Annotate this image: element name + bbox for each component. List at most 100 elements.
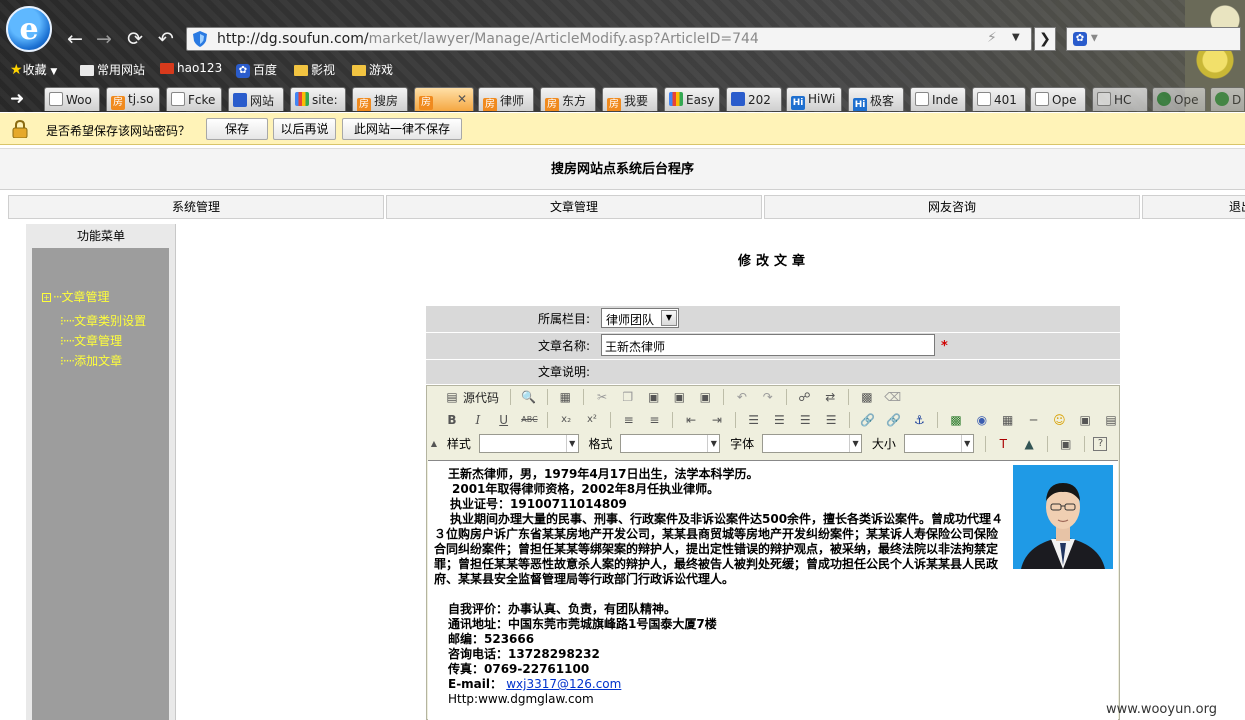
flash-icon[interactable]: ◉ (973, 411, 991, 429)
bulleted-list-icon[interactable]: ≡ (645, 411, 663, 429)
subscript-icon[interactable]: x₂ (557, 411, 575, 429)
collapse-toolbar-icon[interactable]: ▲ (429, 435, 439, 453)
tab-easy[interactable]: Easy (664, 87, 720, 111)
bold-icon[interactable]: B (443, 411, 461, 429)
sidebar-item-add-article[interactable]: ⁝····添加文章 (60, 352, 122, 369)
bookmark-baidu[interactable]: ✿ 百度 (236, 61, 277, 78)
align-left-icon[interactable]: ☰ (745, 411, 763, 429)
paste-word-icon[interactable]: ▣ (696, 388, 714, 406)
tab-tjso[interactable]: 房 tj.so (106, 87, 160, 111)
templates-icon[interactable]: ▦ (556, 388, 574, 406)
tab-d[interactable]: D (1210, 87, 1245, 111)
nav-logout[interactable]: 退出 (1142, 195, 1245, 219)
tab-ope[interactable]: Ope (1030, 87, 1086, 111)
tab-opera[interactable]: Ope (1152, 87, 1206, 111)
image-icon[interactable]: ▩ (947, 411, 965, 429)
sidebar-item-category-settings[interactable]: ⁝····文章类别设置 (60, 312, 146, 329)
tab-geek[interactable]: Hi 极客 (848, 87, 904, 111)
align-center-icon[interactable]: ☰ (770, 411, 788, 429)
paste-icon[interactable]: ▣ (645, 388, 663, 406)
never-save-button[interactable]: 此网站一律不保存 (342, 118, 462, 140)
refresh-icon[interactable]: ⟳ (124, 28, 146, 50)
email-link[interactable]: wxj3317@126.com (506, 677, 621, 691)
tab-site[interactable]: site: (290, 87, 346, 111)
bookmark-hao123[interactable]: hao123 (160, 61, 222, 75)
table-icon[interactable]: ▦ (999, 411, 1017, 429)
tab-fcke[interactable]: Fcke (166, 87, 222, 111)
underline-icon[interactable]: U (495, 411, 513, 429)
style-combo[interactable]: ▼ (478, 434, 579, 453)
tab-website[interactable]: 网站 (228, 87, 284, 111)
help-icon[interactable]: ? (1093, 436, 1108, 451)
font-combo[interactable]: ▼ (762, 434, 863, 453)
tab-401[interactable]: 401 (972, 87, 1026, 111)
page-break-icon[interactable]: ▤ (1102, 411, 1120, 429)
undo-icon[interactable]: ↶ (733, 388, 751, 406)
align-justify-icon[interactable]: ☰ (822, 411, 840, 429)
sidebar-item-article-management[interactable]: ⁝····文章管理 (60, 332, 122, 349)
preview-icon[interactable]: 🔍 (520, 388, 538, 406)
bookmark-games[interactable]: 游戏 (352, 61, 393, 78)
lightning-icon[interactable]: ⚡ (987, 30, 997, 46)
link-icon[interactable]: 🔗 (859, 411, 877, 429)
bookmark-common-sites[interactable]: 常用网站 (80, 61, 145, 78)
maximize-icon[interactable]: ▣ (1057, 435, 1075, 453)
horizontal-rule-icon[interactable]: ─ (1025, 411, 1043, 429)
text-color-icon[interactable]: T (994, 435, 1012, 453)
background-color-icon[interactable]: ▲ (1020, 435, 1038, 453)
nav-system-management[interactable]: 系统管理 (8, 195, 384, 219)
tab-lawyer[interactable]: 房律师 (478, 87, 534, 111)
address-dropdown-icon[interactable]: ▼ (1012, 32, 1020, 43)
tab-woyao[interactable]: 房我要 (602, 87, 658, 111)
expand-icon[interactable]: + (42, 293, 51, 302)
tab-woo[interactable]: Woo (44, 87, 100, 111)
undo-close-icon[interactable]: ↶ (155, 28, 177, 50)
article-name-input[interactable]: 王新杰律师 (601, 334, 935, 356)
tab-active[interactable]: 房 ✕ (414, 87, 474, 111)
strikethrough-icon[interactable]: ABC (520, 411, 538, 429)
address-bar[interactable]: http://dg.soufun.com/market/lawyer/Manag… (186, 27, 1032, 51)
bookmark-movies[interactable]: 影视 (294, 61, 335, 78)
source-code-icon[interactable]: ▤ (443, 388, 461, 406)
category-select[interactable]: 律师团队 ▼ (601, 308, 679, 328)
bookmark-favorites[interactable]: ★收藏 ▼ (10, 61, 57, 78)
redo-icon[interactable]: ↷ (759, 388, 777, 406)
tab-hiwi[interactable]: Hi HiWi (786, 87, 842, 111)
nav-article-management[interactable]: 文章管理 (386, 195, 762, 219)
later-button[interactable]: 以后再说 (273, 118, 336, 140)
nav-user-consult[interactable]: 网友咨询 (764, 195, 1140, 219)
smiley-icon[interactable]: ☺ (1050, 411, 1068, 429)
forward-icon[interactable]: → (93, 28, 115, 50)
source-code-button[interactable]: 源代码 (463, 389, 499, 406)
search-box[interactable]: ✿ ▼ (1066, 27, 1241, 51)
go-arrow-icon[interactable]: ❯ (1034, 27, 1056, 51)
italic-icon[interactable]: I (469, 411, 487, 429)
save-password-button[interactable]: 保存 (206, 118, 268, 140)
close-tab-icon[interactable]: ✕ (457, 92, 467, 106)
tab-soufang[interactable]: 房搜房 (352, 87, 408, 111)
search-engine-dropdown-icon[interactable]: ▼ (1091, 34, 1098, 44)
find-icon[interactable]: ☍ (795, 388, 813, 406)
paste-text-icon[interactable]: ▣ (670, 388, 688, 406)
align-right-icon[interactable]: ☰ (796, 411, 814, 429)
select-all-icon[interactable]: ▩ (858, 388, 876, 406)
tab-hc[interactable]: HC (1092, 87, 1148, 111)
indent-icon[interactable]: ⇥ (708, 411, 726, 429)
unlink-icon[interactable]: 🔗 (885, 411, 903, 429)
anchor-icon[interactable]: ⚓ (910, 411, 928, 429)
tree-root-article-management[interactable]: + ···文章管理 (42, 288, 109, 305)
tab-202[interactable]: 202 (726, 87, 782, 111)
back-icon[interactable]: ← (64, 28, 86, 50)
size-combo[interactable]: ▼ (903, 434, 974, 453)
format-combo[interactable]: ▼ (620, 434, 721, 453)
remove-format-icon[interactable]: ⌫ (884, 388, 902, 406)
editor-content-area[interactable]: 王新杰律师，男，1979年4月17日出生，法学本科学历。 2001年取得律师资格… (428, 460, 1118, 720)
tab-list-arrow-icon[interactable]: ➜ (10, 89, 24, 109)
special-char-icon[interactable]: ▣ (1076, 411, 1094, 429)
superscript-icon[interactable]: x² (583, 411, 601, 429)
tab-dongfang[interactable]: 房东方 (540, 87, 596, 111)
outdent-icon[interactable]: ⇤ (682, 411, 700, 429)
browser-logo-icon[interactable]: e (6, 6, 52, 52)
numbered-list-icon[interactable]: ≡ (620, 411, 638, 429)
cut-icon[interactable]: ✂ (593, 388, 611, 406)
